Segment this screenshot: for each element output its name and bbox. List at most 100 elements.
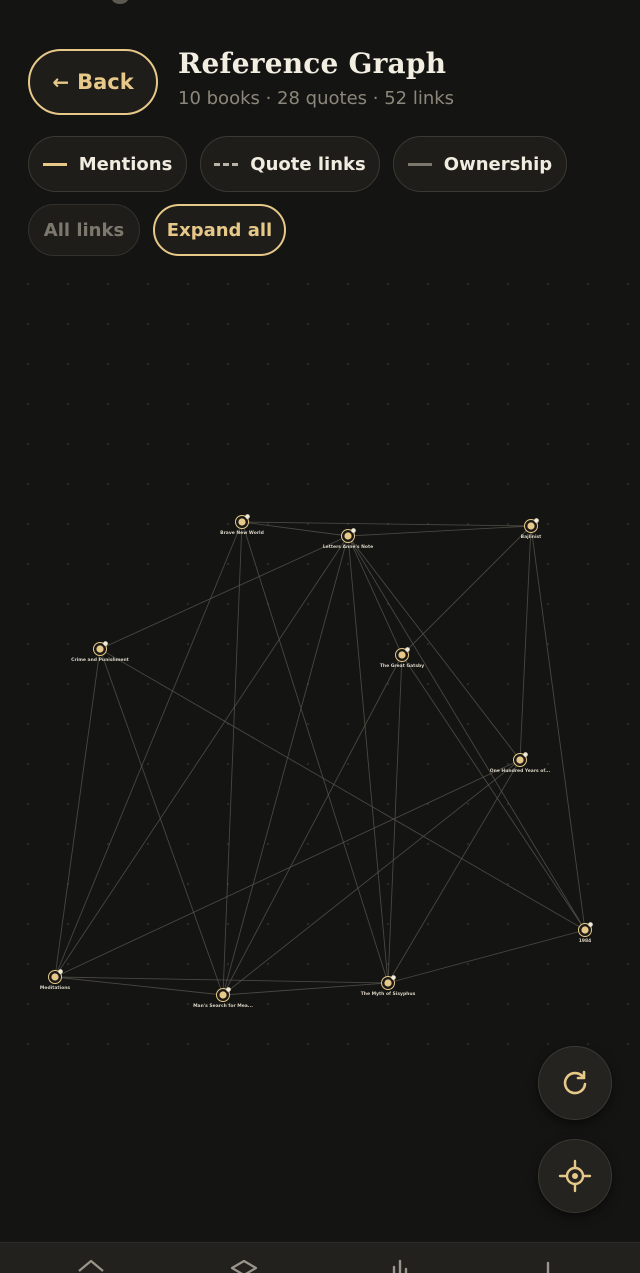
grid-dot xyxy=(626,522,630,526)
grid-dot xyxy=(146,882,150,886)
grid-dot xyxy=(266,1042,270,1046)
grid-dot xyxy=(626,962,630,966)
node-badge xyxy=(103,641,108,646)
grid-dot xyxy=(386,442,390,446)
node-core xyxy=(238,518,246,526)
grid-dot xyxy=(426,1042,430,1046)
grid-dot xyxy=(266,722,270,726)
grid-dot xyxy=(266,562,270,566)
grid-dot xyxy=(186,602,190,606)
node-core xyxy=(581,926,589,934)
home-icon[interactable] xyxy=(76,1257,106,1273)
grid-dot xyxy=(426,842,430,846)
grid-dot xyxy=(466,722,470,726)
grid-dot xyxy=(306,1002,310,1006)
graph-canvas[interactable]: Brave New World Letters Anne's Note Bajlin… xyxy=(0,270,640,1070)
graph-node[interactable]: Crime and Punishment xyxy=(71,641,130,663)
grid-dot xyxy=(106,762,110,766)
grid-dot xyxy=(586,282,590,286)
grid-dot xyxy=(26,682,30,686)
graph-node[interactable]: The Myth of Sisyphus xyxy=(361,975,416,997)
grid-dot xyxy=(306,802,310,806)
layers-icon[interactable] xyxy=(229,1257,259,1273)
graph-node[interactable]: Man's Search for Mea... xyxy=(193,987,253,1009)
grid-dot xyxy=(386,402,390,406)
graph-node[interactable]: The Great Gatsby xyxy=(380,647,424,669)
graph-nodes: Brave New World Letters Anne's Note Bajlin… xyxy=(40,514,593,1009)
grid-dot xyxy=(306,362,310,366)
stats-icon[interactable] xyxy=(386,1257,416,1273)
graph-edge xyxy=(530,525,586,931)
grid-dot xyxy=(226,482,230,486)
graph-node[interactable]: One Hundred Years of... xyxy=(490,752,551,774)
refresh-button[interactable] xyxy=(538,1046,612,1120)
grid-dot xyxy=(186,842,190,846)
grid-dot xyxy=(146,802,150,806)
grid-dot xyxy=(26,922,30,926)
grid-dot xyxy=(626,322,630,326)
grid-dot xyxy=(226,402,230,406)
more-icon[interactable] xyxy=(533,1257,563,1273)
grid-dot xyxy=(426,402,430,406)
expand-all-button[interactable]: Expand all xyxy=(153,204,286,256)
legend-chip-quote-links[interactable]: Quote links xyxy=(200,136,380,192)
graph-node[interactable]: Letters Anne's Note xyxy=(323,528,373,550)
grid-dot xyxy=(146,842,150,846)
grid-dot xyxy=(266,642,270,646)
node-core xyxy=(51,973,59,981)
node-badge xyxy=(588,922,593,927)
grid-dot xyxy=(146,562,150,566)
grid-dot xyxy=(26,522,30,526)
all-links-button[interactable]: All links xyxy=(28,204,140,256)
node-core xyxy=(516,756,524,764)
grid-dot xyxy=(586,802,590,806)
graph-edge xyxy=(222,654,403,996)
arrow-left-icon: ← xyxy=(52,70,70,94)
dot-grid xyxy=(26,282,630,1046)
graph-edge xyxy=(347,525,532,537)
grid-dot xyxy=(106,522,110,526)
grid-dot xyxy=(626,642,630,646)
grid-dot xyxy=(506,922,510,926)
grid-dot xyxy=(386,922,390,926)
grid-dot xyxy=(346,642,350,646)
graph-node[interactable]: Meditations xyxy=(40,969,70,991)
graph-node[interactable]: Brave New World xyxy=(220,514,264,536)
grid-dot xyxy=(106,882,110,886)
legend-chip-ownership[interactable]: Ownership xyxy=(393,136,567,192)
graph-node[interactable]: 1984 xyxy=(578,922,593,944)
grid-dot xyxy=(346,602,350,606)
center-view-button[interactable] xyxy=(538,1139,612,1213)
graph-edge xyxy=(54,535,349,978)
node-label: The Myth of Sisyphus xyxy=(361,991,416,997)
grid-dot xyxy=(226,282,230,286)
grid-dot xyxy=(66,682,70,686)
grid-dot xyxy=(506,842,510,846)
grid-dot xyxy=(346,442,350,446)
grid-dot xyxy=(386,722,390,726)
grid-dot xyxy=(466,922,470,926)
node-badge xyxy=(226,987,231,992)
grid-dot xyxy=(226,762,230,766)
grid-dot xyxy=(546,322,550,326)
graph-node[interactable]: Bajlinist xyxy=(521,518,543,540)
grid-dot xyxy=(346,562,350,566)
legend-chip-mentions[interactable]: Mentions xyxy=(28,136,187,192)
grid-dot xyxy=(626,682,630,686)
grid-dot xyxy=(586,442,590,446)
grid-dot xyxy=(386,282,390,286)
grid-dot xyxy=(586,642,590,646)
grid-dot xyxy=(266,802,270,806)
grid-dot xyxy=(66,522,70,526)
grid-dot xyxy=(346,802,350,806)
back-label: Back xyxy=(77,70,134,94)
graph-edge xyxy=(387,654,403,984)
grid-dot xyxy=(546,882,550,886)
grid-dot xyxy=(106,682,110,686)
back-button[interactable]: ← Back xyxy=(28,49,158,115)
node-label: One Hundred Years of... xyxy=(490,768,551,774)
grid-dot xyxy=(26,642,30,646)
grid-dot xyxy=(546,522,550,526)
grid-dot xyxy=(186,642,190,646)
grid-dot xyxy=(146,642,150,646)
